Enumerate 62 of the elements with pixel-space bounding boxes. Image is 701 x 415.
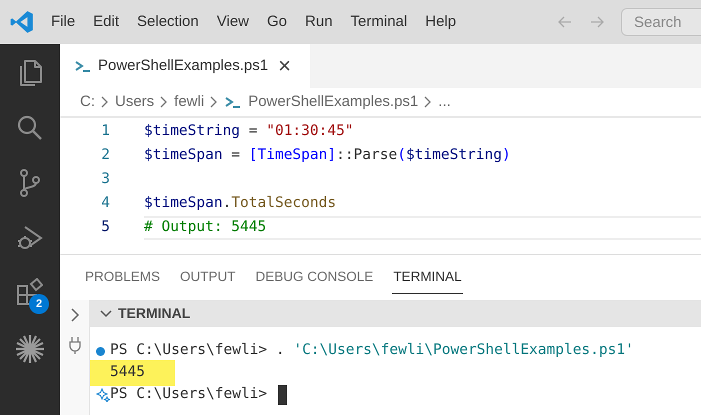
breadcrumb-item[interactable]: ...	[438, 90, 451, 114]
menu-item[interactable]: Go	[258, 10, 296, 34]
menu-item[interactable]: Run	[296, 10, 342, 34]
code-token: =	[248, 122, 258, 142]
line-number: 2	[100, 146, 110, 166]
terminal-prompt: PS C:\Users\fewli>	[110, 341, 268, 360]
panel-tab[interactable]: DEBUG CONSOLE	[254, 266, 374, 294]
menu-item[interactable]: Terminal	[342, 10, 416, 34]
menu-item[interactable]: File	[42, 10, 84, 34]
menu-item[interactable]: View	[208, 10, 258, 34]
panel-tab[interactable]: OUTPUT	[179, 266, 237, 294]
powershell-file-icon	[224, 95, 240, 109]
code-token: $timeSpan	[144, 194, 223, 214]
menu-item[interactable]: Help	[416, 10, 466, 34]
panel-tab[interactable]: TERMINAL	[392, 266, 463, 294]
breadcrumb-item[interactable]: C:	[80, 90, 95, 114]
terminal-output: 5445	[90, 360, 175, 386]
source-control-icon[interactable]	[17, 168, 43, 198]
code-token: # Output: 5445	[144, 218, 266, 238]
menu-item[interactable]: Edit	[84, 10, 128, 34]
code-token: =	[230, 146, 242, 166]
terminal-title: TERMINAL	[118, 304, 190, 323]
menu-item[interactable]: Selection	[128, 10, 208, 34]
chevron-right-icon	[424, 96, 432, 108]
editor-tab[interactable]: PowerShellExamples.ps1 ×	[60, 44, 310, 88]
notification-badge: 2	[29, 294, 49, 314]
terminal-argument: 'C:\Users\fewli\PowerShellExamples.ps1'	[293, 341, 634, 360]
code-token: $timeSpan	[144, 146, 223, 166]
app-logo-icon	[9, 9, 35, 35]
code-token: "01:30:45"	[266, 122, 354, 142]
code-token: ::Parse	[336, 146, 398, 166]
code-token: [TimeSpan]	[248, 146, 336, 166]
breadcrumb-item[interactable]: PowerShellExamples.ps1	[248, 90, 418, 114]
chevron-right-icon	[101, 96, 109, 108]
breadcrumb-item[interactable]: fewli	[174, 90, 204, 114]
code-token: TotalSeconds	[231, 194, 336, 214]
code-token: (	[397, 146, 406, 166]
run-debug-icon[interactable]	[16, 224, 44, 252]
sparkle-icon	[96, 388, 110, 402]
line-number: 3	[100, 170, 110, 190]
panel-tab[interactable]: PROBLEMS	[84, 266, 162, 294]
chevron-right-icon	[210, 96, 218, 108]
code-token: $timeString	[144, 122, 240, 142]
close-button[interactable]: ×	[278, 55, 291, 77]
search-field[interactable]: Search	[621, 8, 701, 36]
plug-icon[interactable]	[68, 336, 80, 354]
search-icon[interactable]	[16, 114, 44, 142]
code-token: .	[222, 194, 232, 214]
code-token: $timeString	[406, 146, 502, 166]
chevron-right-icon[interactable]	[70, 308, 80, 322]
line-number: 5	[100, 218, 110, 238]
terminal-command: .	[276, 341, 286, 360]
line-number: 4	[100, 194, 110, 214]
sparkle-burst-icon[interactable]	[15, 334, 45, 364]
chevron-right-icon	[160, 96, 168, 108]
breadcrumb-item[interactable]: Users	[115, 90, 154, 114]
extensions-icon[interactable]	[15, 278, 43, 306]
chevron-down-icon[interactable]	[100, 310, 112, 318]
line-number: 1	[100, 122, 110, 142]
terminal-prompt: PS C:\Users\fewli>	[110, 385, 268, 404]
code-token: )	[502, 146, 511, 166]
powershell-file-icon	[74, 59, 90, 73]
